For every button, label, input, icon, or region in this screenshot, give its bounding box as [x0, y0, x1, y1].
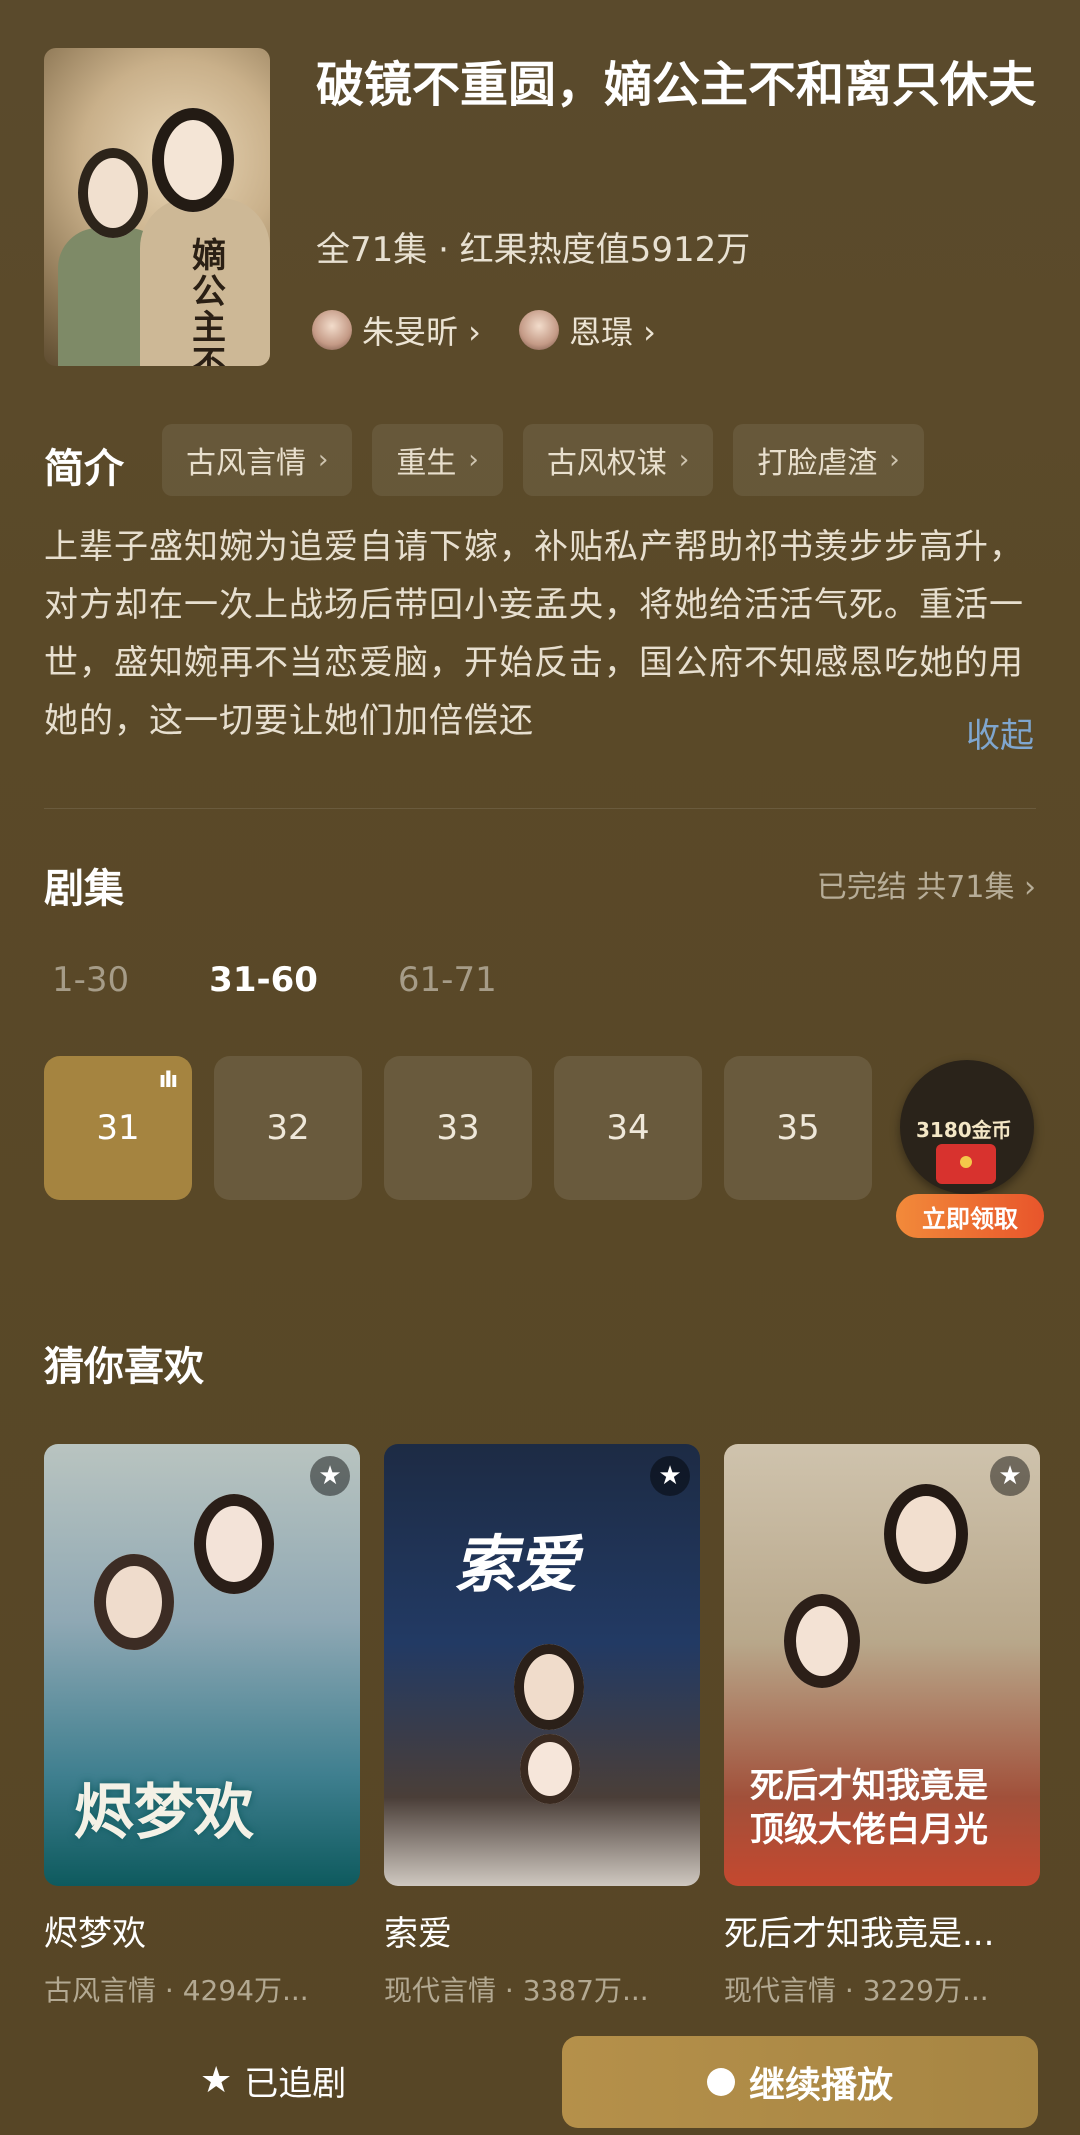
play-label: 继续播放 — [748, 2065, 893, 2106]
tag-label: 打脸虐渣 — [757, 446, 878, 481]
play-icon — [706, 2068, 735, 2096]
cover-title-text: 死后才知我竟是顶级大佬白月光 — [750, 1766, 988, 1850]
star-icon: ★ — [200, 2060, 233, 2101]
poster-face — [152, 108, 234, 212]
chevron-right-icon: › — [468, 445, 479, 475]
actor-avatar — [312, 310, 352, 350]
star-icon[interactable]: ★ — [990, 1456, 1030, 1496]
chevron-right-icon: › — [318, 445, 329, 475]
episode-number: 35 — [776, 1108, 820, 1148]
episode-list: 31 ıIı 32 33 34 35 — [44, 1056, 872, 1200]
card-cover: 死后才知我竟是顶级大佬白月光 ★ — [724, 1444, 1040, 1886]
episode-button[interactable]: 33 — [384, 1056, 532, 1200]
follow-button[interactable]: ★ 已追剧 — [200, 2056, 346, 2105]
follow-label: 已追剧 — [244, 2064, 347, 2104]
episode-number: 32 — [266, 1108, 310, 1148]
recommend-list: 烬梦欢 ★ 烬梦欢 古风言情 · 4294万... 索爱 ★ 索爱 现代言情 ·… — [44, 1444, 1040, 2009]
divider — [44, 808, 1036, 809]
cover-figure — [884, 1484, 968, 1584]
actor-link[interactable]: 恩璟 › — [518, 308, 656, 352]
recommend-heading: 猜你喜欢 — [44, 1344, 204, 1390]
genre-tag[interactable]: 打脸虐渣 › — [733, 424, 924, 496]
cover-figure — [194, 1494, 274, 1594]
card-subtitle: 现代言情 · 3387万... — [384, 1974, 649, 2007]
actor-name: 朱旻昕 › — [362, 313, 481, 351]
episodes-status-link[interactable]: 已完结 共71集 › — [817, 862, 1036, 906]
poster-title-text: 嫡公主不和离 — [192, 236, 226, 366]
synopsis-text: 上辈子盛知婉为追爱自请下嫁，补贴私产帮助祁书羡步步高升，对方却在一次上战场后带回… — [44, 527, 1024, 741]
genre-tag[interactable]: 古风权谋 › — [522, 424, 714, 496]
drama-meta: 全71集 · 红果热度值5912万 — [316, 230, 751, 270]
recommend-card[interactable]: 索爱 ★ 索爱 现代言情 · 3387万... — [384, 1444, 700, 2009]
cover-title-text: 索爱 — [454, 1528, 579, 1601]
card-cover: 索爱 ★ — [384, 1444, 700, 1886]
card-subtitle: 现代言情 · 3229万... — [724, 1974, 989, 2007]
coin-reward-widget[interactable]: 3180金币 立即领取 — [896, 1060, 1046, 1248]
episode-number: 34 — [606, 1108, 650, 1148]
actor-name: 恩璟 › — [568, 313, 656, 351]
intro-heading: 简介 — [44, 446, 124, 492]
tab-range[interactable]: 31-60 — [209, 960, 318, 1000]
card-title: 死后才知我竟是... — [724, 1914, 995, 1954]
drama-title: 破镜不重圆，嫡公主不和离只休夫 — [316, 57, 1037, 113]
episode-button[interactable]: 32 — [214, 1056, 362, 1200]
coin-amount: 3180金币 — [916, 1118, 1012, 1142]
cover-figure — [514, 1644, 584, 1730]
cover-title-text: 烬梦欢 — [74, 1778, 254, 1848]
genre-tag[interactable]: 古风言情 › — [162, 424, 353, 496]
actor-avatar — [518, 310, 559, 350]
episode-number: 33 — [436, 1108, 480, 1148]
episode-button[interactable]: 34 — [554, 1056, 702, 1200]
star-icon[interactable]: ★ — [310, 1456, 350, 1496]
claim-button[interactable]: 立即领取 — [896, 1194, 1044, 1238]
recommend-card[interactable]: 死后才知我竟是顶级大佬白月光 ★ 死后才知我竟是... 现代言情 · 3229万… — [724, 1444, 1040, 2009]
cover-figure — [94, 1554, 174, 1650]
continue-play-button[interactable]: 继续播放 — [562, 2036, 1038, 2128]
card-subtitle: 古风言情 · 4294万... — [44, 1974, 309, 2007]
episode-number: 31 — [96, 1108, 140, 1148]
actor-list: 朱旻昕 › 恩璟 › — [312, 308, 656, 352]
red-envelope-icon — [936, 1144, 996, 1184]
tag-label: 重生 — [396, 446, 457, 481]
chevron-right-icon: › — [678, 445, 690, 475]
playing-icon: ıIı — [158, 1068, 178, 1093]
chevron-right-icon: › — [889, 445, 900, 475]
genre-tags: 古风言情 › 重生 › 古风权谋 › 打脸虐渣 › — [162, 424, 924, 496]
tag-label: 古风权谋 — [546, 446, 667, 481]
actor-link[interactable]: 朱旻昕 › — [312, 308, 481, 352]
star-icon[interactable]: ★ — [650, 1456, 690, 1496]
genre-tag[interactable]: 重生 › — [372, 424, 503, 496]
recommend-card[interactable]: 烬梦欢 ★ 烬梦欢 古风言情 · 4294万... — [44, 1444, 360, 2009]
episodes-heading: 剧集 — [44, 866, 124, 912]
card-title: 索爱 — [384, 1914, 452, 1954]
tag-label: 古风言情 — [186, 446, 306, 481]
episode-button[interactable]: 35 — [724, 1056, 872, 1200]
episode-range-tabs: 1-30 31-60 61-71 — [52, 960, 497, 1000]
tab-range[interactable]: 61-71 — [398, 960, 497, 1000]
drama-poster[interactable]: 嫡公主不和离 — [44, 48, 270, 366]
card-title: 烬梦欢 — [44, 1914, 146, 1954]
cover-figure — [520, 1734, 580, 1804]
tab-range[interactable]: 1-30 — [52, 960, 129, 1000]
card-cover: 烬梦欢 ★ — [44, 1444, 360, 1886]
collapse-button[interactable]: 收起 — [966, 708, 1034, 757]
episode-button[interactable]: 31 ıIı — [44, 1056, 192, 1200]
cover-figure — [784, 1594, 860, 1688]
poster-face — [78, 148, 148, 238]
